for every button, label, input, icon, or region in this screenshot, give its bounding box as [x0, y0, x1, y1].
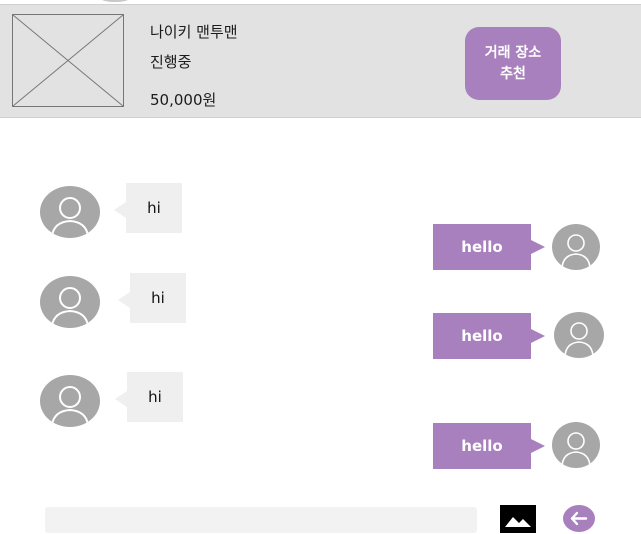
user-icon[interactable]: [40, 186, 100, 238]
image-placeholder-icon: [12, 14, 124, 107]
product-price: 50,000원: [150, 91, 217, 109]
sent-message: hello: [433, 423, 545, 469]
product-header: 나이키 맨투맨 진행중 50,000원 거래 장소 추천: [0, 4, 641, 118]
user-icon[interactable]: [40, 276, 100, 328]
received-message: hi: [118, 273, 186, 323]
user-icon[interactable]: [552, 422, 600, 468]
arrow-left-icon[interactable]: [563, 505, 595, 532]
received-message: hi: [115, 372, 183, 422]
top-decoration: [100, 0, 130, 2]
image-icon[interactable]: [500, 505, 536, 533]
user-icon[interactable]: [40, 375, 100, 427]
product-title: 나이키 맨투맨: [150, 23, 238, 41]
user-icon[interactable]: [554, 312, 604, 358]
user-icon[interactable]: [552, 224, 600, 270]
product-status: 진행중: [150, 53, 192, 71]
message-input[interactable]: [45, 507, 477, 533]
sent-message: hello: [433, 313, 545, 359]
sent-message: hello: [433, 224, 545, 270]
received-message: hi: [114, 183, 182, 233]
recommend-place-button[interactable]: 거래 장소 추천: [465, 27, 561, 100]
